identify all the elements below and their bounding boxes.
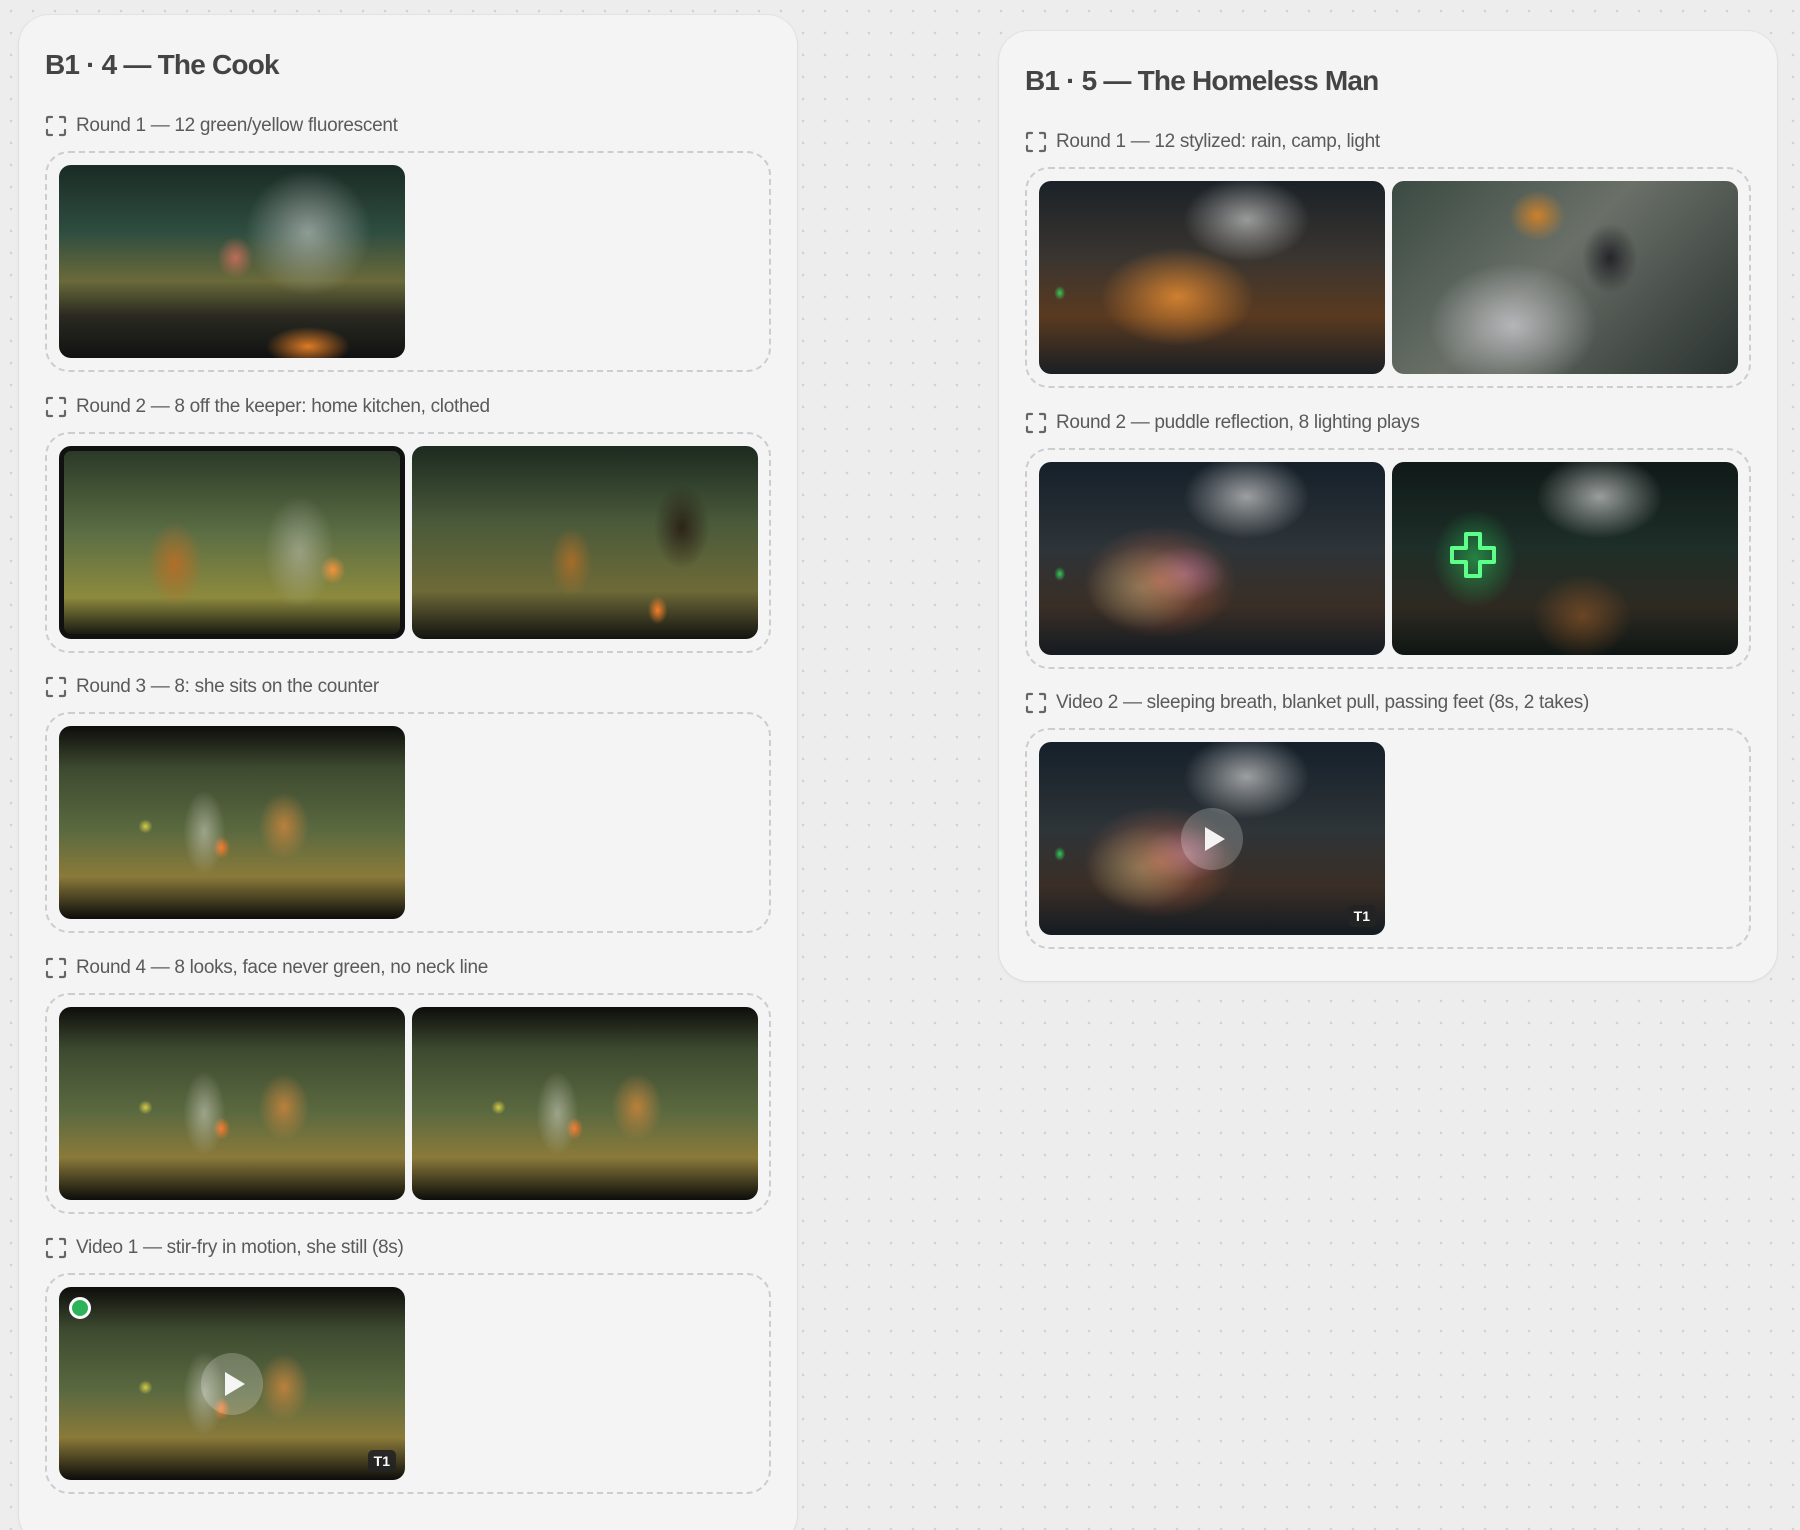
image-thumbnail[interactable]	[59, 165, 405, 358]
image-thumbnail[interactable]	[1392, 462, 1738, 655]
status-dot	[69, 1297, 91, 1319]
group-header-round-2[interactable]: Round 2 — 8 off the keeper: home kitchen…	[45, 396, 490, 418]
image-thumbnail[interactable]	[1039, 181, 1385, 374]
group-frame-video-1[interactable]: T1	[45, 1273, 771, 1494]
group-label: Round 1 — 12 green/yellow fluorescent	[76, 115, 398, 136]
group-label: Round 1 — 12 stylized: rain, camp, light	[1056, 131, 1380, 152]
frame-corners-icon	[1025, 412, 1047, 434]
group-frame-round-1[interactable]	[45, 151, 771, 372]
frame-corners-icon	[45, 957, 67, 979]
image-thumbnail[interactable]	[412, 446, 758, 639]
group-label: Round 2 — 8 off the keeper: home kitchen…	[76, 396, 490, 417]
group-header-round-1[interactable]: Round 1 — 12 green/yellow fluorescent	[45, 115, 398, 137]
group-frame-round-2[interactable]	[1025, 448, 1751, 669]
group-header-round-2[interactable]: Round 2 — puddle reflection, 8 lighting …	[1025, 412, 1420, 434]
image-thumbnail[interactable]	[59, 1007, 405, 1200]
board-title: B1 · 5 — The Homeless Man	[1025, 65, 1379, 96]
group-header-round-3[interactable]: Round 3 — 8: she sits on the counter	[45, 676, 379, 698]
group-label: Round 2 — puddle reflection, 8 lighting …	[1056, 412, 1420, 433]
frame-corners-icon	[45, 396, 67, 418]
group-frame-round-1[interactable]	[1025, 167, 1751, 388]
group-frame-round-2[interactable]	[45, 432, 771, 653]
group-label: Video 2 — sleeping breath, blanket pull,…	[1056, 692, 1589, 713]
image-thumbnail[interactable]	[1392, 181, 1738, 374]
group-header-video-1[interactable]: Video 1 — stir-fry in motion, she still …	[45, 1237, 404, 1259]
frame-corners-icon	[1025, 131, 1047, 153]
video-thumbnail[interactable]: T1	[59, 1287, 405, 1480]
image-thumbnail[interactable]	[59, 726, 405, 919]
play-icon[interactable]	[1181, 807, 1243, 870]
board-card-the-cook[interactable]: B1 · 4 — The Cook Round 1 — 12 green/yel…	[19, 15, 797, 1530]
group-header-round-1[interactable]: Round 1 — 12 stylized: rain, camp, light	[1025, 131, 1380, 153]
group-header-round-4[interactable]: Round 4 — 8 looks, face never green, no …	[45, 957, 488, 979]
group-label: Round 4 — 8 looks, face never green, no …	[76, 957, 489, 978]
group-header-video-2[interactable]: Video 2 — sleeping breath, blanket pull,…	[1025, 692, 1589, 714]
image-thumbnail[interactable]	[412, 1007, 758, 1200]
group-frame-video-2[interactable]: T1	[1025, 728, 1751, 949]
take-badge: T1	[1347, 905, 1376, 927]
take-badge: T1	[367, 1450, 396, 1472]
play-icon[interactable]	[201, 1352, 263, 1415]
neon-cross-icon	[1450, 532, 1496, 578]
group-label: Round 3 — 8: she sits on the counter	[76, 676, 379, 697]
group-frame-round-3[interactable]	[45, 712, 771, 933]
image-thumbnail[interactable]	[1039, 462, 1385, 655]
group-frame-round-4[interactable]	[45, 993, 771, 1214]
frame-corners-icon	[45, 115, 67, 137]
board-card-the-homeless-man[interactable]: B1 · 5 — The Homeless Man Round 1 — 12 s…	[999, 31, 1777, 981]
group-label: Video 1 — stir-fry in motion, she still …	[76, 1237, 404, 1258]
video-thumbnail[interactable]: T1	[1039, 742, 1385, 935]
image-thumbnail[interactable]	[59, 446, 405, 639]
board-title: B1 · 4 — The Cook	[45, 49, 280, 80]
frame-corners-icon	[45, 676, 67, 698]
frame-corners-icon	[1025, 692, 1047, 714]
frame-corners-icon	[45, 1237, 67, 1259]
